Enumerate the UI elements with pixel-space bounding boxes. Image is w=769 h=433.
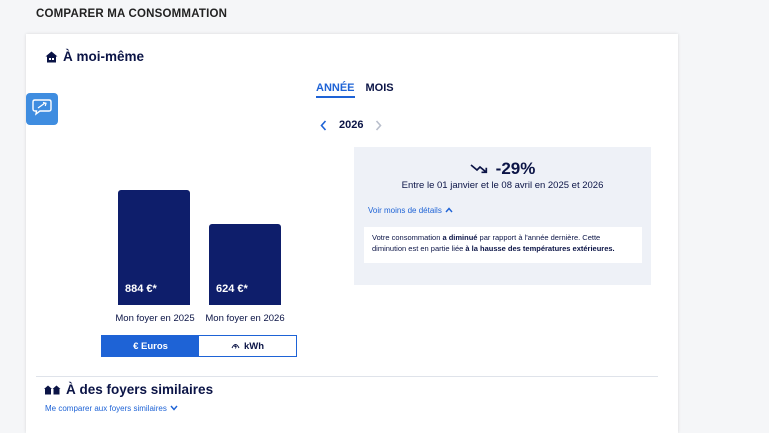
- period-description: Entre le 01 janvier et le 08 avril en 20…: [401, 180, 604, 191]
- euros-option-label: € Euros: [133, 340, 168, 352]
- compare-similar-link[interactable]: Me comparer aux foyers similaires: [45, 404, 178, 413]
- euros-option[interactable]: € Euros: [102, 336, 199, 356]
- explanation-text-1: Votre consommation: [372, 233, 443, 242]
- tab-mois[interactable]: MOIS: [366, 82, 394, 98]
- year-navigation: 2026: [320, 119, 383, 131]
- self-section-title: À moi-même: [45, 49, 144, 64]
- feedback-button[interactable]: [26, 93, 58, 125]
- year-label: 2026: [339, 119, 364, 131]
- page-heading: COMPARER MA CONSOMMATION: [36, 8, 228, 20]
- explanation-bold-2: à la hausse des températures extérieures…: [465, 243, 615, 253]
- section-divider: [36, 376, 658, 377]
- chevron-down-icon: [170, 404, 178, 413]
- similar-section-title: À des foyers similaires: [44, 382, 213, 397]
- period-tabs: ANNÉE MOIS: [316, 82, 394, 98]
- houses-icon: [44, 385, 61, 395]
- delta-percentage: -29%: [495, 159, 536, 178]
- bar-value-2025: 884 €*: [125, 283, 157, 295]
- explanation-bold-1: a diminué: [442, 233, 478, 242]
- chevron-right-icon[interactable]: [375, 119, 383, 131]
- lightning-icon: [231, 341, 240, 352]
- bar-label-2025: Mon foyer en 2025: [115, 313, 195, 324]
- self-section-label: À moi-même: [63, 49, 145, 64]
- explanation-box: Votre consommation a diminué par rapport…: [364, 227, 642, 263]
- delta-row: -29%: [354, 159, 651, 179]
- compare-link-label: Me comparer aux foyers similaires: [45, 404, 167, 413]
- chevron-left-icon[interactable]: [320, 119, 327, 131]
- bar-value-2026: 624 €*: [216, 283, 248, 295]
- house-icon: [45, 51, 58, 63]
- chevron-up-icon: [445, 206, 453, 215]
- toggle-details-link[interactable]: Voir moins de détails: [368, 206, 453, 215]
- chat-bubble-icon: [32, 98, 52, 121]
- trend-down-icon: [470, 159, 488, 179]
- unit-toggle: € Euros kWh: [101, 335, 297, 357]
- details-link-label: Voir moins de détails: [368, 206, 442, 215]
- kwh-option[interactable]: kWh: [199, 336, 296, 356]
- kwh-option-label: kWh: [243, 340, 265, 352]
- bar-label-2026: Mon foyer en 2026: [205, 313, 285, 324]
- comparison-summary-panel: -29% Entre le 01 janvier et le 08 avril …: [354, 147, 651, 285]
- similar-section-label: À des foyers similaires: [66, 382, 214, 397]
- tab-annee[interactable]: ANNÉE: [316, 82, 355, 98]
